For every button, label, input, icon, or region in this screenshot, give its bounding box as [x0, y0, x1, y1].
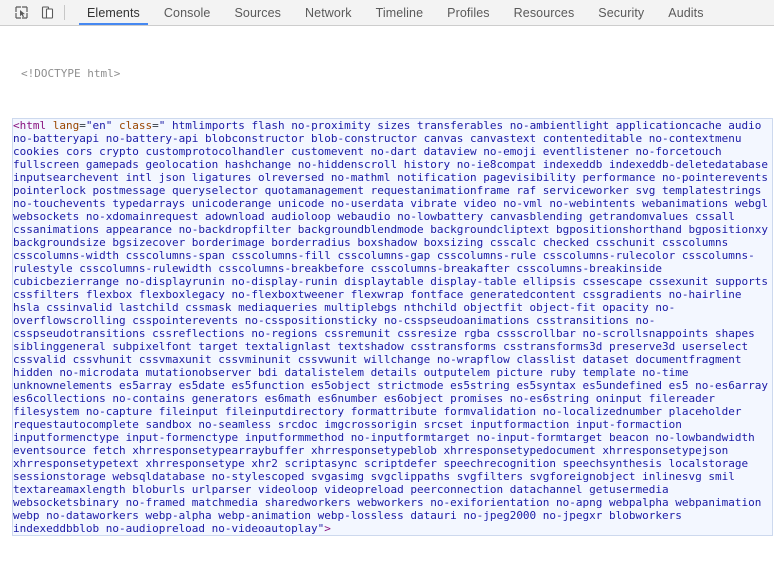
- tab-profiles-label: Profiles: [447, 5, 490, 20]
- html-attr-class-eq: =: [152, 119, 159, 132]
- html-class-list: htmlimports flash no-proximity sizes tra…: [13, 119, 774, 535]
- elements-panel[interactable]: <!DOCTYPE html> <html lang="en" class=" …: [0, 26, 774, 566]
- html-open-tag: <html lang="en" class=" htmlimports flas…: [12, 118, 774, 536]
- devtools-window: Elements Console Sources Network Timelin…: [0, 0, 774, 566]
- tab-network[interactable]: Network: [293, 0, 364, 25]
- tab-network-label: Network: [305, 5, 352, 20]
- tab-resources[interactable]: Resources: [502, 0, 587, 25]
- tab-console-label: Console: [163, 5, 211, 20]
- inspect-element-icon[interactable]: [8, 2, 34, 24]
- tab-profiles[interactable]: Profiles: [435, 0, 501, 25]
- html-attr-lang-eq: =: [79, 119, 86, 132]
- devtools-toolbar: Elements Console Sources Network Timelin…: [0, 0, 774, 26]
- tab-sources[interactable]: Sources: [222, 0, 293, 25]
- html-attr-lang-name: lang: [52, 119, 80, 132]
- tab-elements[interactable]: Elements: [75, 0, 152, 25]
- html-tag-open-suffix: >: [324, 522, 331, 535]
- html-attr-class-name: class: [119, 119, 153, 132]
- tree-row-html-open[interactable]: <html lang="en" class=" htmlimports flas…: [1, 118, 774, 536]
- doctype-text: <!DOCTYPE html>: [21, 67, 121, 80]
- tab-audits[interactable]: Audits: [656, 0, 715, 25]
- toolbar-button-group: [0, 0, 75, 25]
- tab-audits-label: Audits: [668, 5, 704, 20]
- tab-sources-label: Sources: [234, 5, 282, 20]
- tab-security[interactable]: Security: [586, 0, 656, 25]
- tab-resources-label: Resources: [513, 5, 575, 20]
- html-attr-lang-value: "en": [85, 119, 113, 132]
- dom-tree: <!DOCTYPE html> <html lang="en" class=" …: [1, 26, 774, 566]
- tab-security-label: Security: [598, 5, 645, 20]
- devtools-tab-bar: Elements Console Sources Network Timelin…: [75, 0, 774, 25]
- tree-row-doctype[interactable]: <!DOCTYPE html>: [1, 67, 774, 80]
- toolbar-separator: [64, 5, 65, 20]
- html-tag-open-prefix: <html: [13, 119, 53, 132]
- tab-timeline[interactable]: Timeline: [364, 0, 436, 25]
- tab-console[interactable]: Console: [152, 0, 223, 25]
- attr-space-1: [112, 119, 119, 132]
- device-toolbar-icon[interactable]: [34, 2, 60, 24]
- tab-timeline-label: Timeline: [375, 5, 424, 20]
- tab-elements-label: Elements: [87, 5, 140, 20]
